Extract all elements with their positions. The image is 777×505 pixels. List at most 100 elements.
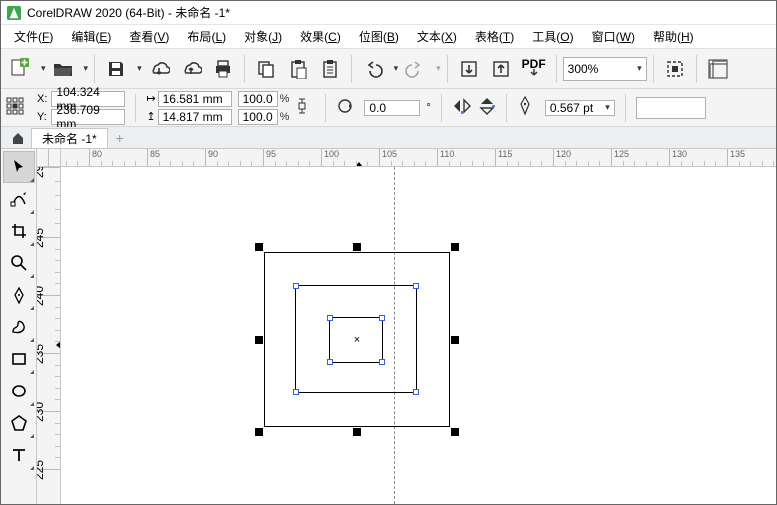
ruler-tick: 110 <box>437 149 454 166</box>
resize-handle-tc[interactable] <box>353 243 361 251</box>
object-origin-icon[interactable] <box>5 96 31 119</box>
artistic-media-tool[interactable] <box>3 311 35 343</box>
publish-pdf-button[interactable]: PDF <box>518 54 550 84</box>
mirror-h-button[interactable] <box>452 97 472 118</box>
save-button[interactable] <box>101 54 131 84</box>
resize-handle-br[interactable] <box>451 428 459 436</box>
height-field[interactable]: 14.817 mm <box>158 109 232 125</box>
ruler-tick: 235 <box>37 353 60 368</box>
zoom-tool[interactable] <box>3 247 35 279</box>
new-dropdown-icon[interactable]: ▾ <box>41 63 46 74</box>
fullscreen-button[interactable] <box>660 54 690 84</box>
import-button[interactable] <box>454 54 484 84</box>
width-field[interactable]: 16.581 mm <box>158 91 232 107</box>
menu-file[interactable]: 文件(F) <box>7 26 60 47</box>
welcome-tab[interactable] <box>5 128 31 148</box>
rectangle-tool[interactable] <box>3 343 35 375</box>
app-logo-icon <box>7 6 21 20</box>
lock-ratio-button[interactable] <box>295 94 315 121</box>
menu-object[interactable]: 对象(J) <box>237 26 289 47</box>
ruler-tick: 120 <box>553 149 571 166</box>
menu-tools[interactable]: 工具(O) <box>525 26 580 47</box>
redo-dropdown-icon[interactable]: ▾ <box>436 63 441 74</box>
pick-tool[interactable] <box>3 151 35 183</box>
ruler-tick: 130 <box>669 149 687 166</box>
standard-toolbar: ▾ ▾ ▾ ▾ ▾ PDF 300%▾ <box>1 49 776 89</box>
menu-edit[interactable]: 编辑(E) <box>64 26 118 47</box>
menu-layout[interactable]: 布局(L) <box>180 26 233 47</box>
menu-effects[interactable]: 效果(C) <box>293 26 348 47</box>
outline-pen-icon <box>517 96 539 119</box>
open-button[interactable] <box>48 54 78 84</box>
y-label: Y: <box>37 111 49 123</box>
property-bar: X: 104.324 mm Y: 236.709 mm ↦ 16.581 mm … <box>1 89 776 127</box>
rotation-icon <box>336 97 358 118</box>
title-bar: CorelDRAW 2020 (64-Bit) - 未命名 -1* <box>1 1 776 25</box>
print-button[interactable] <box>208 54 238 84</box>
ruler-tick: 230 <box>37 411 60 426</box>
ruler-corner[interactable] <box>37 149 61 167</box>
style-field[interactable] <box>636 97 706 119</box>
polygon-tool[interactable] <box>3 407 35 439</box>
toolbox <box>1 149 37 504</box>
mirror-v-button[interactable] <box>478 96 496 119</box>
canvas-area: 7580859095100105110115120125130135140 29… <box>37 149 776 504</box>
rotation-field[interactable]: 0.0 <box>364 100 420 116</box>
selection-box[interactable]: × <box>258 246 456 433</box>
zoom-dropdown-icon[interactable]: ▾ <box>637 63 642 74</box>
document-tab-1[interactable]: 未命名 -1* <box>31 128 108 148</box>
outline-width-field[interactable]: 0.567 pt▾ <box>545 100 615 116</box>
ellipse-tool[interactable] <box>3 375 35 407</box>
shape-tool[interactable] <box>3 183 35 215</box>
scale-x-field[interactable]: 100.0 <box>238 91 278 107</box>
open-dropdown-icon[interactable]: ▾ <box>84 63 89 74</box>
menu-bitmap[interactable]: 位图(B) <box>352 26 406 47</box>
ruler-tick: 135 <box>727 149 745 166</box>
width-icon: ↦ <box>146 92 155 105</box>
menu-text[interactable]: 文本(X) <box>410 26 464 47</box>
resize-handle-mr[interactable] <box>451 336 459 344</box>
scale-y-field[interactable]: 100.0 <box>238 109 278 125</box>
window-title: CorelDRAW 2020 (64-Bit) - 未命名 -1* <box>27 4 230 21</box>
menu-table[interactable]: 表格(T) <box>468 26 521 47</box>
resize-handle-tl[interactable] <box>255 243 263 251</box>
resize-handle-bc[interactable] <box>353 428 361 436</box>
rulers-button[interactable] <box>703 54 733 84</box>
ruler-tick: 225 <box>37 469 60 484</box>
ruler-tick: 125 <box>611 149 629 166</box>
horizontal-ruler[interactable]: 7580859095100105110115120125130135140 <box>61 149 776 167</box>
resize-handle-bl[interactable] <box>255 428 263 436</box>
text-tool[interactable] <box>3 439 35 471</box>
outline-dropdown-icon[interactable]: ▾ <box>605 102 610 113</box>
save-dropdown-icon[interactable]: ▾ <box>137 63 142 74</box>
crop-tool[interactable] <box>3 215 35 247</box>
menu-help[interactable]: 帮助(H) <box>646 26 701 47</box>
menu-bar: 文件(F) 编辑(E) 查看(V) 布局(L) 对象(J) 效果(C) 位图(B… <box>1 25 776 49</box>
y-position-field[interactable]: 236.709 mm <box>51 109 125 125</box>
export-button[interactable] <box>486 54 516 84</box>
undo-dropdown-icon[interactable]: ▾ <box>394 63 399 74</box>
zoom-level-field[interactable]: 300%▾ <box>563 57 647 81</box>
clipboard-button[interactable] <box>315 54 345 84</box>
cloud-up-button[interactable] <box>176 54 206 84</box>
undo-button[interactable] <box>358 54 388 84</box>
new-button[interactable] <box>5 54 35 84</box>
add-tab-button[interactable]: + <box>108 128 132 148</box>
vertical-ruler[interactable]: 290245240235230225 <box>37 167 61 504</box>
resize-handle-ml[interactable] <box>255 336 263 344</box>
height-icon: ↥ <box>146 110 155 123</box>
menu-view[interactable]: 查看(V) <box>122 26 176 47</box>
x-label: X: <box>37 93 49 105</box>
percent-label-1: % <box>280 93 290 105</box>
resize-handle-tr[interactable] <box>451 243 459 251</box>
copy-button[interactable] <box>251 54 281 84</box>
drawing-canvas[interactable]: × <box>61 167 776 504</box>
ruler-tick: 115 <box>495 149 512 166</box>
menu-window[interactable]: 窗口(W) <box>585 26 642 47</box>
ruler-tick: 100 <box>321 149 339 166</box>
freehand-tool[interactable] <box>3 279 35 311</box>
ruler-tick: 105 <box>379 149 397 166</box>
cloud-down-button[interactable] <box>144 54 174 84</box>
paste-button[interactable] <box>283 54 313 84</box>
redo-button[interactable] <box>400 54 430 84</box>
